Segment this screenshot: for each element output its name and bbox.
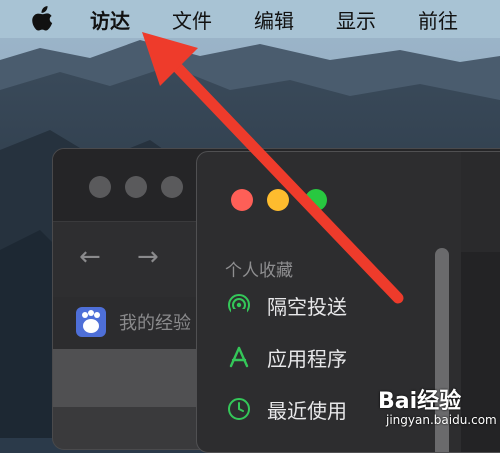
bookmark-label[interactable]: 我的经验 xyxy=(119,309,191,335)
sidebar-item-recents[interactable]: 最近使用 xyxy=(227,392,347,426)
menu-item-view[interactable]: 显示 xyxy=(336,5,376,34)
back-arrow-icon[interactable]: ← xyxy=(79,242,101,272)
baidu-watermark: Bai经验 jingyan.baidu.com xyxy=(378,383,498,433)
sidebar-item-applications[interactable]: 应用程序 xyxy=(227,340,347,374)
finder-minimize-button[interactable] xyxy=(267,189,289,211)
watermark-brand: Bai经验 xyxy=(378,389,462,414)
browser-close-button[interactable] xyxy=(89,176,111,198)
menu-bar: 访达 文件 编辑 显示 前往 xyxy=(0,0,500,38)
applications-icon xyxy=(227,345,251,369)
browser-zoom-button[interactable] xyxy=(161,176,183,198)
baidu-paw-icon xyxy=(76,307,106,337)
finder-zoom-button[interactable] xyxy=(305,189,327,211)
sidebar-item-label: 最近使用 xyxy=(267,398,347,423)
browser-minimize-button[interactable] xyxy=(125,176,147,198)
sidebar-item-label: 隔空投送 xyxy=(267,294,347,319)
finder-close-button[interactable] xyxy=(231,189,253,211)
airdrop-icon xyxy=(227,293,251,317)
menu-item-file[interactable]: 文件 xyxy=(172,5,212,34)
recents-icon xyxy=(227,397,251,421)
finder-toolbar xyxy=(461,152,500,252)
sidebar-item-label: 应用程序 xyxy=(267,346,347,371)
watermark-site: jingyan.baidu.com xyxy=(386,413,497,427)
menu-item-finder[interactable]: 访达 xyxy=(90,5,130,34)
forward-arrow-icon[interactable]: → xyxy=(137,242,159,272)
menu-item-go[interactable]: 前往 xyxy=(418,5,458,34)
apple-menu-icon[interactable] xyxy=(32,6,54,32)
sidebar-section-favorites: 个人收藏 xyxy=(225,261,293,281)
sidebar-item-airdrop[interactable]: 隔空投送 xyxy=(227,288,347,322)
menu-item-edit[interactable]: 编辑 xyxy=(254,5,294,34)
